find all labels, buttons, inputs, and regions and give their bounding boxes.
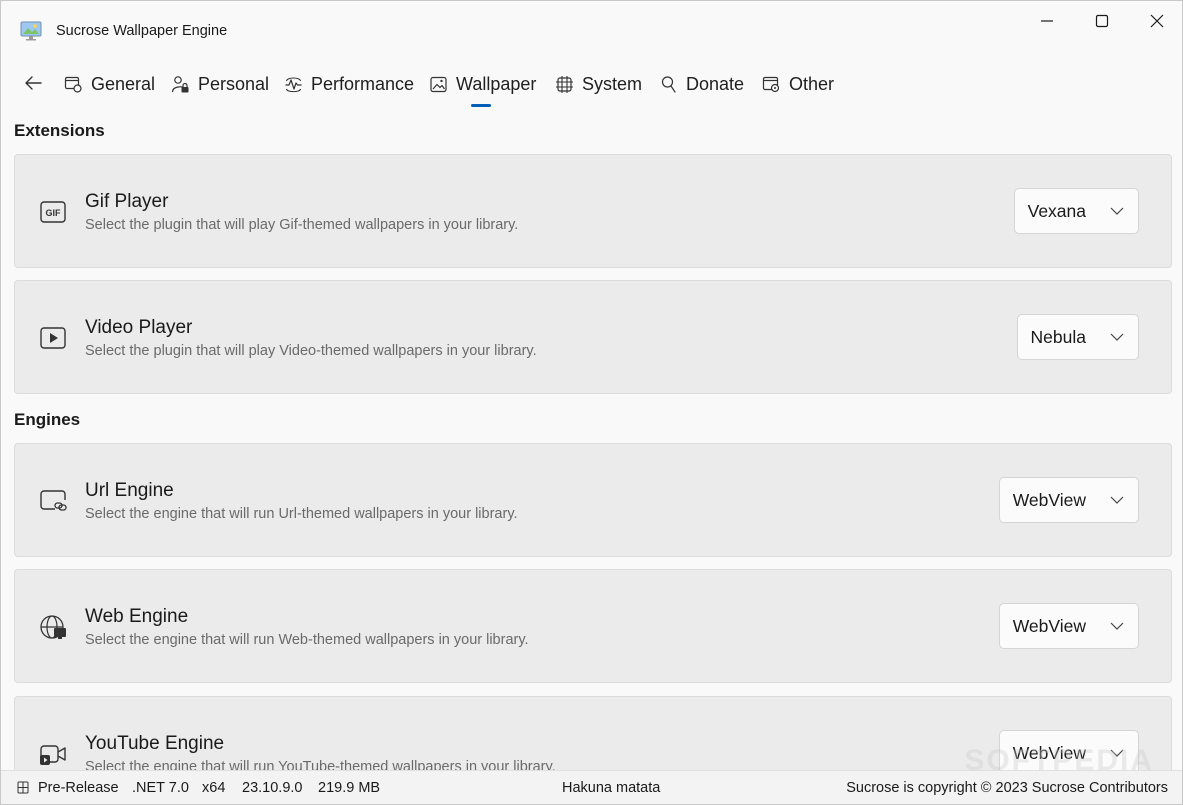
personal-icon [171,75,189,92]
web-engine-description: Select the engine that will run Web-them… [85,632,529,648]
video-player-title: Video Player [85,317,193,338]
chevron-down-icon [1110,333,1124,341]
web-engine-selected-value: WebView [1012,615,1086,636]
url-engine-selected-value: WebView [1012,489,1086,510]
tab-donate-label: Donate [686,73,745,94]
chevron-down-icon [1110,622,1124,630]
tab-system-label: System [582,73,643,94]
chevron-down-icon [1110,207,1124,215]
top-navigation: General Personal Performance Wallpaper S… [1,63,1182,105]
status-framework: .NET 7.0 [132,780,189,796]
video-player-selected-value: Nebula [1030,326,1086,347]
tab-donate[interactable]: Donate [659,71,744,97]
tab-wallpaper-label: Wallpaper [456,73,537,94]
video-player-description: Select the plugin that will play Video-t… [85,343,537,359]
close-button[interactable] [1129,1,1182,41]
maximize-icon [1095,14,1108,28]
other-icon [762,76,780,92]
svg-text:GIF: GIF [46,208,62,218]
section-engines-title: Engines [14,410,81,429]
gif-player-description: Select the plugin that will play Gif-the… [85,217,519,233]
tab-personal[interactable]: Personal [171,71,269,97]
gif-player-selected-value: Vexana [1027,200,1086,221]
minimize-icon [1040,20,1053,22]
system-icon [556,75,573,93]
donate-icon [661,75,676,93]
general-icon [64,76,82,93]
tab-personal-label: Personal [198,73,270,94]
tab-other[interactable]: Other [762,71,834,97]
app-logo-icon [20,21,42,41]
tab-general[interactable]: General [64,71,155,97]
status-message: Hakuna matata [562,780,661,796]
video-camera-icon [39,741,67,767]
back-button[interactable] [21,71,45,95]
url-icon [39,488,67,514]
tab-system[interactable]: System [555,71,642,97]
video-player-select[interactable]: Nebula [1016,314,1139,360]
title-bar: Sucrose Wallpaper Engine [1,1,1182,59]
url-engine-title: Url Engine [85,480,174,501]
video-play-icon [39,325,67,351]
globe-icon [39,614,67,640]
status-copyright: Sucrose is copyright © 2023 Sucrose Cont… [846,780,1168,796]
tab-wallpaper[interactable]: Wallpaper [429,71,536,97]
minimize-button[interactable] [1019,1,1074,41]
tab-general-label: General [91,73,156,94]
status-version: 23.10.9.0 [242,780,303,796]
tab-other-label: Other [789,73,835,94]
youtube-engine-title: YouTube Engine [85,733,225,754]
status-arch: x64 [202,780,226,796]
status-channel: Pre-Release [38,780,119,796]
card-url-engine: Url Engine Select the engine that will r… [14,443,1172,557]
app-window: Sucrose Wallpaper Engine General Persona… [0,0,1183,805]
performance-icon [285,76,302,92]
back-arrow-icon [25,76,42,90]
chevron-down-icon [1110,496,1124,504]
card-video-player: Video Player Select the plugin that will… [14,280,1172,394]
url-engine-description: Select the engine that will run Url-them… [85,506,518,522]
close-icon [1150,14,1163,28]
web-engine-select[interactable]: WebView [998,603,1139,649]
window-title: Sucrose Wallpaper Engine [56,23,228,39]
gif-player-title: Gif Player [85,191,169,212]
web-engine-title: Web Engine [85,606,189,627]
maximize-button[interactable] [1074,1,1129,41]
status-memory: 219.9 MB [318,780,381,796]
tab-performance-label: Performance [311,73,415,94]
gif-player-select[interactable]: Vexana [1013,188,1139,234]
wallpaper-icon [430,76,447,92]
release-icon [17,781,29,798]
gif-icon: GIF [39,199,67,225]
card-gif-player: GIF Gif Player Select the plugin that wi… [14,154,1172,268]
status-bar: Pre-Release .NET 7.0 x64 23.10.9.0 219.9… [1,770,1182,804]
card-web-engine: Web Engine Select the engine that will r… [14,569,1172,683]
section-extensions-title: Extensions [14,121,105,140]
tab-performance[interactable]: Performance [284,71,414,97]
url-engine-select[interactable]: WebView [998,477,1139,523]
selected-tab-indicator [471,104,491,107]
